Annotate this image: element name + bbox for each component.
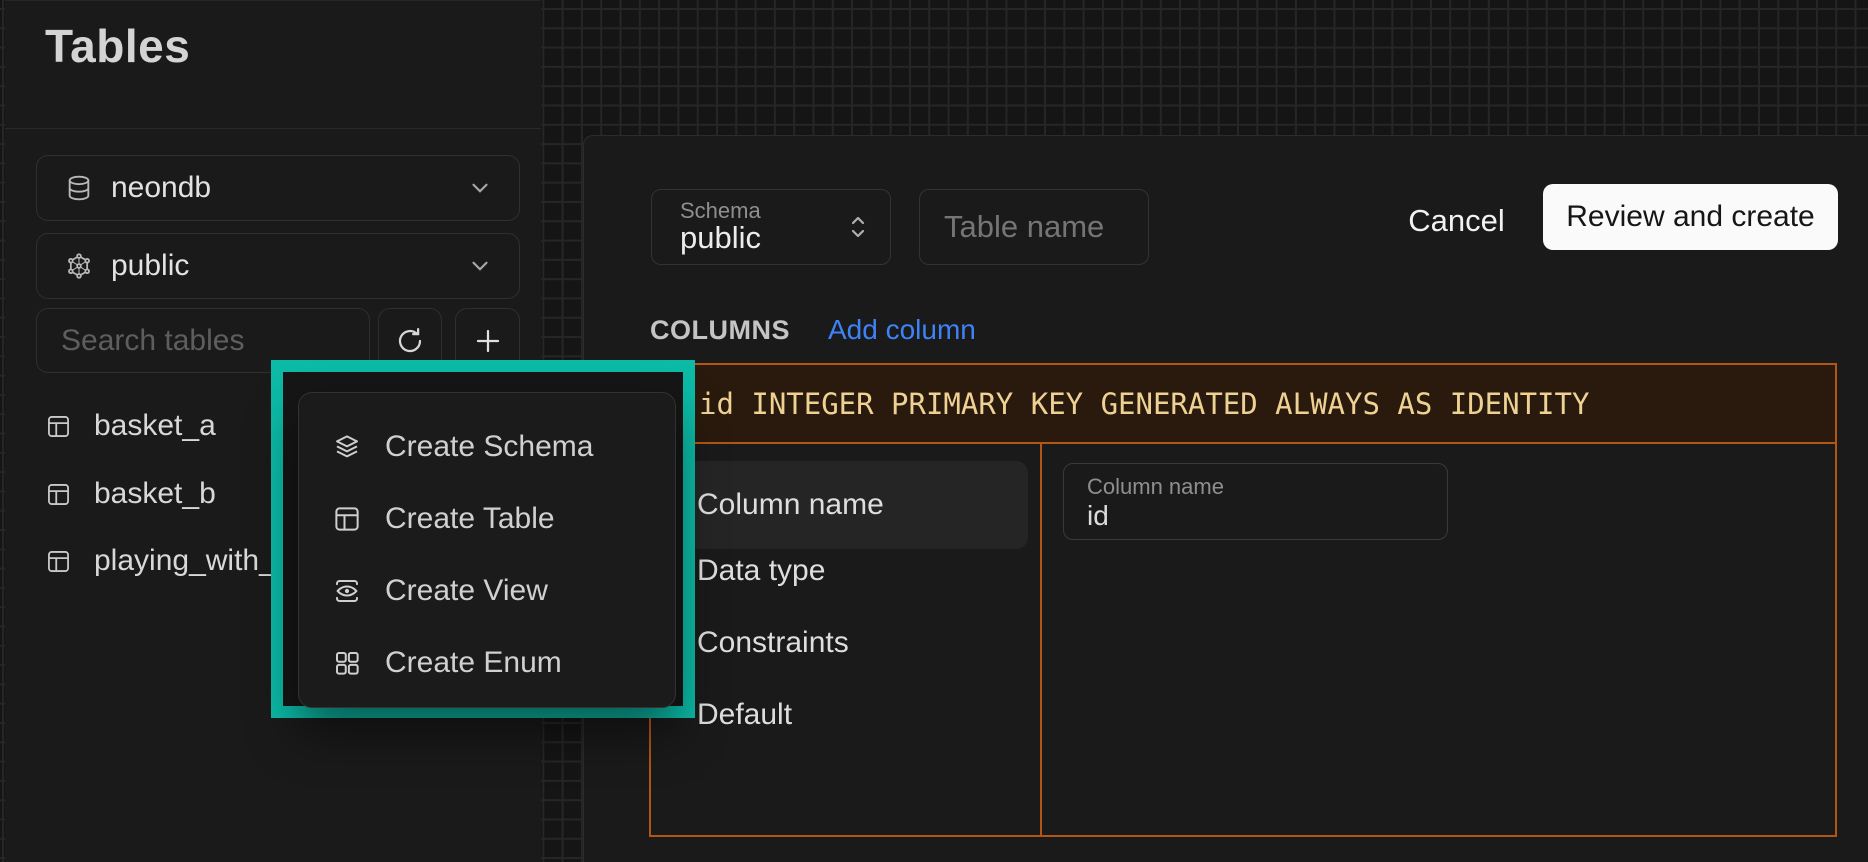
menu-item-create-view[interactable]: Create View (299, 555, 675, 627)
schema-select-label: Schema (680, 199, 846, 222)
add-column-link[interactable]: Add column (828, 314, 976, 346)
columns-section-title: COLUMNS (650, 315, 790, 346)
table-icon (45, 481, 72, 508)
refresh-icon (395, 326, 425, 356)
app-root: Tables neondb (0, 0, 1868, 862)
column-editor: id INTEGER PRIMARY KEY GENERATED ALWAYS … (649, 363, 1837, 837)
menu-item-create-schema[interactable]: Create Schema (299, 411, 675, 483)
view-eye-icon (332, 576, 362, 606)
table-icon (45, 548, 72, 575)
column-name-input-value: id (1087, 500, 1447, 532)
create-table-panel: Schema public Cancel Review and create C… (583, 135, 1868, 862)
field-tab-label: Constraints (697, 626, 849, 660)
field-tab-label: Data type (697, 554, 825, 588)
cancel-button[interactable]: Cancel (1389, 192, 1524, 250)
field-tab-default[interactable]: Default (697, 679, 1027, 751)
table-row-label: playing_with_ (94, 544, 276, 578)
column-definition-code: id INTEGER PRIMARY KEY GENERATED ALWAYS … (699, 387, 1589, 421)
chevron-down-icon (467, 253, 493, 279)
plus-icon (473, 326, 503, 356)
editor-divider (1040, 444, 1042, 835)
chevron-updown-icon (846, 212, 870, 242)
menu-item-label: Create Table (385, 502, 555, 536)
menu-item-label: Create Schema (385, 430, 593, 464)
field-tab-data-type[interactable]: Data type (697, 535, 1027, 607)
schema-select-value: public (111, 249, 449, 283)
database-select-value: neondb (111, 171, 449, 205)
table-name-input[interactable] (919, 189, 1149, 265)
table-row-label: basket_a (94, 409, 216, 443)
schema-select-header-value: public (680, 222, 846, 255)
database-select[interactable]: neondb (36, 155, 520, 221)
review-and-create-button[interactable]: Review and create (1543, 184, 1838, 250)
field-tab-label: Default (697, 698, 792, 732)
schema-select-header[interactable]: Schema public (651, 189, 891, 265)
chevron-down-icon (467, 175, 493, 201)
table-icon (332, 504, 362, 534)
sidebar-divider (5, 128, 541, 129)
field-tab-label: Column name (697, 488, 884, 522)
column-definition-row[interactable]: id INTEGER PRIMARY KEY GENERATED ALWAYS … (651, 365, 1835, 444)
schema-select-sidebar[interactable]: public (36, 233, 520, 299)
page-title: Tables (45, 19, 190, 73)
create-dropdown-menu: Create Schema Create Table Create View (298, 392, 676, 708)
table-icon (45, 413, 72, 440)
column-name-input-label: Column name (1087, 474, 1447, 500)
table-row-label: basket_b (94, 477, 216, 511)
field-tab-column-name[interactable]: Column name (697, 469, 1027, 541)
grid-squares-icon (332, 648, 362, 678)
database-icon (65, 173, 93, 203)
schema-icon (65, 251, 93, 281)
menu-item-create-table[interactable]: Create Table (299, 483, 675, 555)
columns-header: COLUMNS Add column (650, 314, 976, 346)
column-name-input[interactable]: Column name id (1063, 463, 1448, 540)
field-tab-constraints[interactable]: Constraints (697, 607, 1027, 679)
menu-item-label: Create View (385, 574, 548, 608)
annotation-highlight-box: Create Schema Create Table Create View (271, 360, 695, 718)
menu-item-create-enum[interactable]: Create Enum (299, 627, 675, 699)
menu-item-label: Create Enum (385, 646, 562, 680)
layers-icon (332, 432, 362, 462)
